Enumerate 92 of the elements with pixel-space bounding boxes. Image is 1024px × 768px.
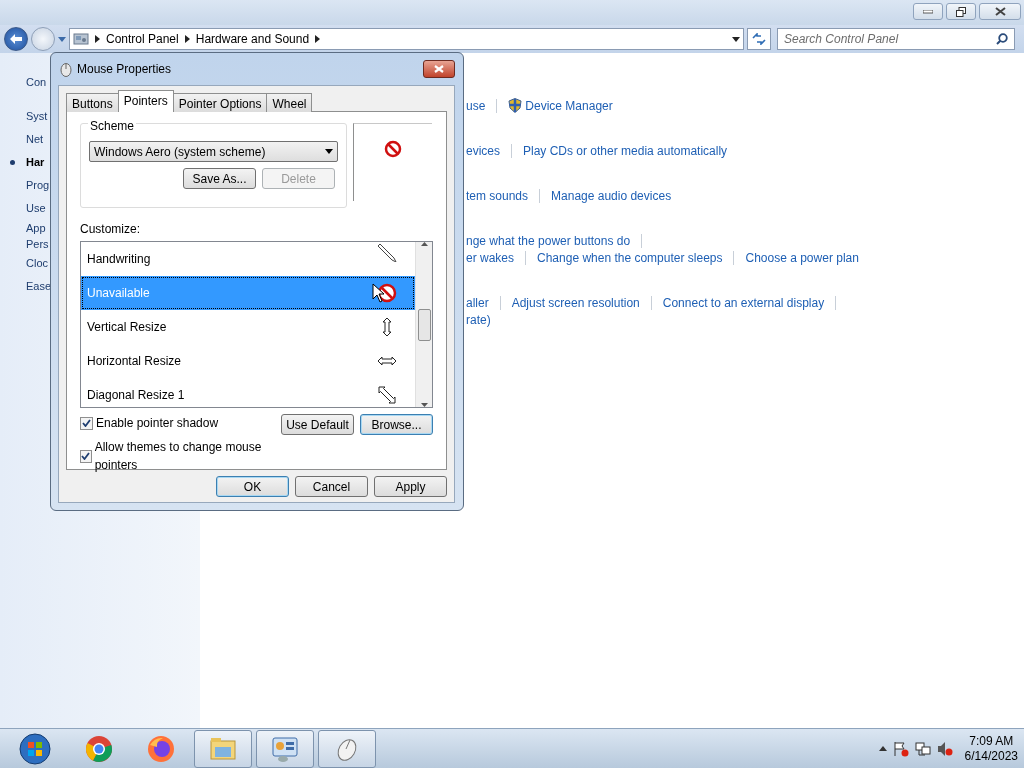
dropdown-icon[interactable]	[732, 36, 740, 42]
sidebar-link[interactable]: App	[26, 221, 46, 236]
taskbar-button[interactable]	[256, 729, 314, 768]
bullet-icon	[10, 160, 15, 165]
push-button[interactable]: Browse...	[360, 414, 433, 435]
search-icon	[996, 33, 1008, 45]
dialog-title: Mouse Properties	[77, 61, 172, 78]
scheme-dropdown[interactable]: Windows Aero (system scheme)	[89, 141, 338, 162]
show-hidden-icons-icon[interactable]	[878, 746, 887, 751]
tab[interactable]: Buttons	[66, 93, 119, 112]
check-icon	[82, 419, 91, 427]
sidebar-link[interactable]: Cloc	[26, 252, 48, 275]
sidebar-link[interactable]: Prog	[26, 174, 50, 197]
browser-icon	[85, 734, 113, 763]
sidebar-link[interactable]: Pers	[26, 237, 49, 252]
network-icon[interactable]	[914, 740, 931, 757]
back-button[interactable]	[4, 27, 28, 51]
list-item[interactable]: Diagonal Resize 1	[81, 378, 415, 412]
task-link[interactable]: Manage audio devices	[551, 186, 672, 205]
scrollbar[interactable]	[415, 242, 432, 407]
task-link[interactable]: Play CDs or other media automatically	[523, 141, 728, 160]
mouse-icon	[58, 61, 74, 77]
tab[interactable]: Wheel	[266, 93, 313, 112]
scroll-thumb[interactable]	[417, 308, 431, 341]
sidebar-link[interactable]: Use	[26, 197, 46, 220]
scroll-up-icon[interactable]	[420, 242, 428, 246]
push-button[interactable]: Use Default	[281, 414, 354, 435]
restore-button[interactable]	[946, 3, 976, 20]
task-link[interactable]: Device Manager	[525, 96, 613, 115]
list-item[interactable]: Horizontal Resize	[81, 344, 415, 378]
taskbar-button[interactable]	[318, 729, 376, 768]
sidebar-link[interactable]: Har	[26, 151, 45, 174]
flag-icon[interactable]	[892, 740, 909, 757]
checkbox[interactable]	[80, 416, 93, 430]
sidebar-link[interactable]: Net	[26, 128, 44, 151]
list-item[interactable]: Handwriting	[81, 242, 415, 276]
push-button[interactable]: Cancel	[295, 476, 368, 497]
task-link[interactable]: Choose a power plan	[745, 248, 859, 267]
address-bar[interactable]: Control Panel Hardware and Sound	[69, 28, 744, 50]
list-item[interactable]: Vertical Resize	[81, 310, 415, 344]
push-button[interactable]: Apply	[374, 476, 447, 497]
task-link[interactable]: tem sounds	[466, 186, 529, 205]
task-link[interactable]: evices	[466, 141, 500, 160]
back-arrow-icon	[9, 33, 23, 45]
minimize-icon	[923, 9, 933, 14]
speaker-icon[interactable]	[936, 740, 953, 757]
task-link[interactable]: use	[466, 96, 486, 115]
task-link[interactable]: er wakes	[466, 248, 515, 267]
pen-cursor-icon	[377, 242, 397, 262]
unavailable-cursor-icon	[384, 140, 402, 158]
push-button[interactable]: OK	[216, 476, 289, 497]
sidebar-link[interactable]: Con	[26, 71, 47, 94]
dropdown-icon	[325, 149, 333, 154]
close-button[interactable]	[979, 3, 1021, 20]
chevron-icon[interactable]	[184, 35, 190, 43]
control-panel-icon	[73, 32, 89, 46]
chevron-icon[interactable]	[95, 35, 100, 43]
taskbar-button[interactable]	[194, 729, 252, 768]
task-link[interactable]: Change when the computer sleeps	[537, 248, 723, 267]
sidebar-link[interactable]: Ease	[26, 275, 52, 298]
restore-icon	[956, 6, 966, 17]
checkbox[interactable]	[80, 449, 92, 463]
diagonal-resize-cursor-icon	[377, 385, 397, 405]
clock-time: 7:09 AM	[968, 733, 1015, 749]
chevron-icon[interactable]	[315, 35, 321, 43]
push-button[interactable]: Save As...	[183, 168, 256, 189]
close-icon	[994, 7, 1006, 16]
check-icon	[81, 452, 91, 460]
close-button[interactable]	[423, 60, 455, 78]
refresh-icon	[752, 33, 766, 45]
mouse-pointer-icon	[372, 283, 385, 303]
refresh-button[interactable]	[747, 28, 771, 50]
close-icon	[434, 65, 444, 73]
scroll-down-icon[interactable]	[420, 403, 428, 407]
task-link[interactable]: Adjust screen resolution	[511, 293, 640, 312]
clock-date: 6/14/2023	[964, 748, 1018, 764]
breadcrumb-item[interactable]: Control Panel	[106, 30, 179, 48]
start-orb-icon	[19, 732, 51, 765]
tab[interactable]: Pointer Options	[172, 93, 268, 112]
checkbox-label[interactable]: Allow themes to change mouse pointers	[94, 438, 281, 474]
task-link[interactable]: aller	[466, 293, 489, 312]
checkbox-label[interactable]: Enable pointer shadow	[96, 414, 219, 432]
sidebar-link[interactable]: Syst	[26, 105, 48, 128]
tab[interactable]: Pointers	[117, 90, 174, 112]
breadcrumb-item[interactable]: Hardware and Sound	[195, 30, 310, 48]
control-panel-icon	[271, 734, 299, 763]
customize-label: Customize:	[80, 221, 142, 238]
search-field[interactable]: Search Control Panel	[777, 28, 1015, 50]
browser-icon	[147, 734, 175, 763]
task-link[interactable]: Connect to an external display	[662, 293, 825, 312]
task-link[interactable]: rate)	[466, 310, 491, 329]
task-link[interactable]: nge what the power buttons do	[466, 231, 631, 250]
